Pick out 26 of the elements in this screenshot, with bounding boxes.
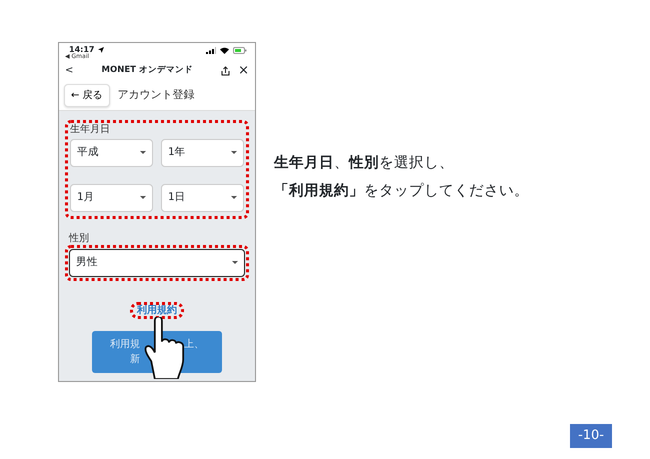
caret-icon	[140, 151, 146, 154]
date-select[interactable]: 1月	[70, 184, 153, 212]
page-number: -10-	[570, 424, 612, 448]
location-icon	[98, 47, 104, 53]
field-label: 性別	[69, 232, 90, 244]
screen-title: アカウント登録	[118, 86, 195, 103]
caret-icon	[231, 196, 237, 200]
caret-icon	[232, 261, 238, 264]
wifi-icon	[220, 46, 229, 54]
date-select[interactable]: 1年	[161, 138, 244, 167]
gender-select[interactable]: 男性	[69, 248, 245, 277]
caret-icon	[140, 196, 146, 200]
caret-icon	[231, 151, 237, 154]
date-select[interactable]: 1日	[161, 184, 244, 212]
battery-icon	[233, 46, 247, 54]
field-label: 生年月日	[70, 124, 111, 135]
page-title: MONET オンデマンド	[102, 64, 193, 77]
back-button[interactable]: ← 戻る	[64, 84, 110, 107]
back-icon[interactable]: <	[65, 63, 74, 78]
date-select[interactable]: 平成	[70, 138, 153, 167]
instruction-text: 「利用規約」をタップしてください。	[274, 182, 529, 201]
share-icon[interactable]	[221, 66, 230, 76]
signal-icon	[206, 46, 216, 54]
instruction-text: 生年月日、性別を選択し、	[274, 154, 455, 173]
close-icon[interactable]: ×	[238, 64, 249, 78]
status-time: 14:17	[69, 46, 94, 54]
